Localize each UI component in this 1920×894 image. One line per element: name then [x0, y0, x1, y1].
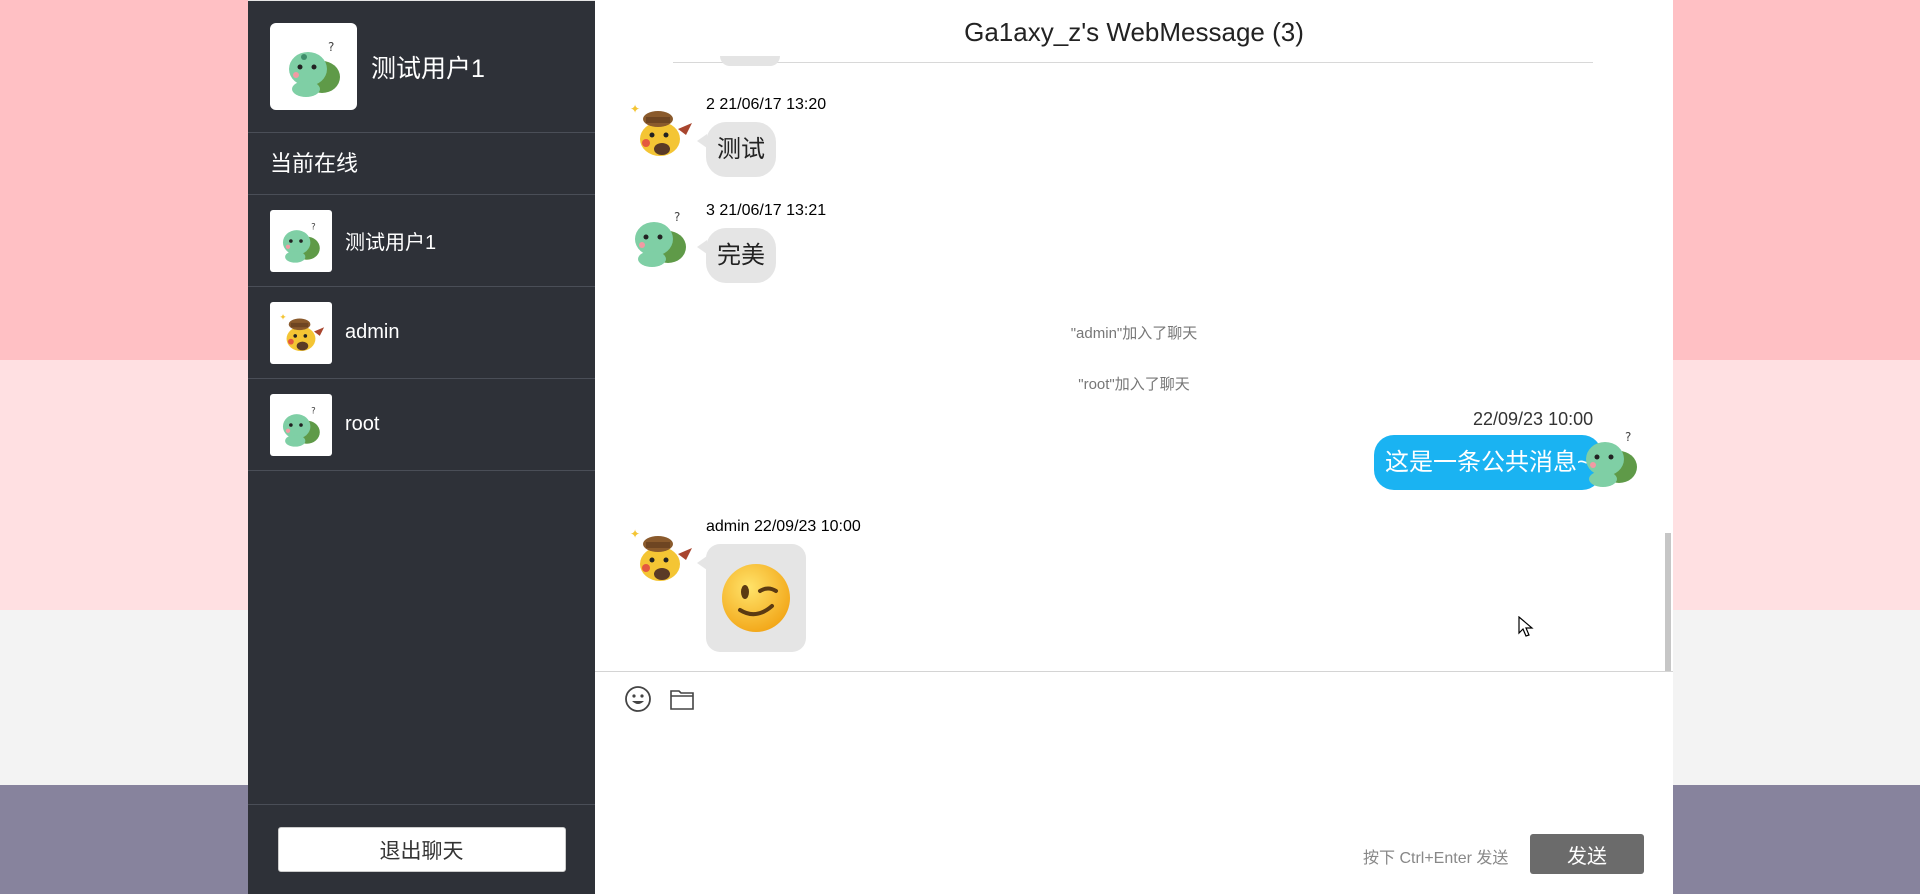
- message-text: 完美: [697, 228, 776, 283]
- svg-text:✦: ✦: [279, 313, 286, 323]
- bulbasaur-avatar[interactable]: ?: [1570, 416, 1652, 498]
- window-title: Ga1axy_z's WebMessage (3): [964, 17, 1304, 47]
- user-item-1[interactable]: ? 测试用户1: [248, 195, 595, 287]
- message-meta: 3 21/06/17 13:21: [706, 202, 827, 219]
- divider: [673, 62, 1593, 63]
- bulbasaur-icon: ?: [282, 406, 320, 447]
- pikachu-icon: ✦: [630, 102, 692, 156]
- message-input-area[interactable]: 按下 Ctrl+Enter 发送 发送: [595, 671, 1673, 894]
- message-bubble[interactable]: [697, 544, 806, 652]
- message-item: ?: [619, 196, 701, 278]
- emoji-bubble: [697, 544, 806, 652]
- message-list[interactable]: ✦ 2 21/06/17 13:20 测试 ? 3 21/06/17 13:21…: [595, 56, 1673, 671]
- message-meta: admin 22/09/23 10:00: [706, 518, 861, 535]
- svg-text:?: ?: [328, 40, 334, 54]
- svg-text:?: ?: [311, 406, 316, 416]
- svg-text:?: ?: [674, 210, 680, 224]
- online-users-title: 当前在线: [248, 133, 595, 195]
- message-item: ✦: [619, 90, 701, 172]
- chat-panel: Ga1axy_z's WebMessage (3) ✦ 2 21/06/17 1…: [595, 0, 1673, 894]
- mouse-cursor-icon: [1518, 616, 1534, 637]
- user-item-2[interactable]: ✦ admin: [248, 287, 595, 379]
- scrollbar[interactable]: [1665, 533, 1671, 671]
- emoji-icon[interactable]: [623, 684, 653, 714]
- logout-button[interactable]: 退出聊天: [277, 827, 566, 872]
- message-bubble-self[interactable]: 这是一条公共消息~: [1374, 435, 1613, 490]
- user-name: root: [345, 413, 380, 435]
- pikachu-icon: ✦: [630, 527, 692, 581]
- bulbasaur-avatar[interactable]: ?: [270, 23, 357, 110]
- pikachu-avatar: ✦: [270, 301, 332, 364]
- bulbasaur-icon: ?: [1586, 430, 1637, 487]
- folder-icon[interactable]: [667, 684, 697, 714]
- pikachu-icon: ✦: [279, 313, 325, 351]
- send-hint: 按下 Ctrl+Enter 发送: [1363, 850, 1509, 867]
- current-user-panel: ? 测试用户1: [248, 1, 595, 133]
- chat-window: ? 测试用户1 当前在线 ? 测试用户1 ✦ admin ? root 退出聊天…: [248, 0, 1673, 894]
- bulbasaur-icon: ?: [288, 40, 340, 97]
- bulbasaur-avatar: ?: [270, 393, 332, 456]
- user-name: 测试用户1: [345, 232, 437, 254]
- system-notice: "root"加入了聊天: [1078, 376, 1190, 393]
- user-name: admin: [345, 321, 400, 343]
- wink-emoji-icon: [722, 564, 790, 632]
- input-toolbar: [623, 684, 697, 714]
- message-bubble[interactable]: 完美: [697, 228, 776, 283]
- bulbasaur-icon: ?: [635, 210, 686, 267]
- sidebar: ? 测试用户1 当前在线 ? 测试用户1 ✦ admin ? root 退出聊天: [248, 0, 595, 894]
- message-meta: 2 21/06/17 13:20: [706, 96, 827, 113]
- system-notice: "admin"加入了聊天: [1070, 325, 1198, 342]
- message-bubble[interactable]: 测试: [697, 122, 776, 177]
- previous-bubble-fragment: [720, 56, 780, 66]
- current-user-name: 测试用户1: [371, 54, 485, 83]
- user-item-3[interactable]: ? root: [248, 379, 595, 471]
- svg-text:?: ?: [1625, 430, 1631, 444]
- message-item: ✦: [619, 515, 701, 597]
- svg-text:✦: ✦: [630, 102, 640, 116]
- bulbasaur-icon: ?: [282, 222, 320, 263]
- bulbasaur-avatar: ?: [270, 209, 332, 272]
- pikachu-avatar[interactable]: ✦: [619, 90, 701, 172]
- pikachu-avatar[interactable]: ✦: [619, 515, 701, 597]
- svg-text:✦: ✦: [630, 527, 640, 541]
- message-text: 这是一条公共消息~: [1374, 435, 1613, 490]
- send-button[interactable]: 发送: [1530, 834, 1644, 874]
- sidebar-footer: 退出聊天: [248, 804, 595, 894]
- message-item-self: ?: [1570, 416, 1652, 498]
- message-text: 测试: [697, 122, 776, 177]
- svg-text:?: ?: [311, 222, 316, 232]
- bulbasaur-avatar[interactable]: ?: [619, 196, 701, 278]
